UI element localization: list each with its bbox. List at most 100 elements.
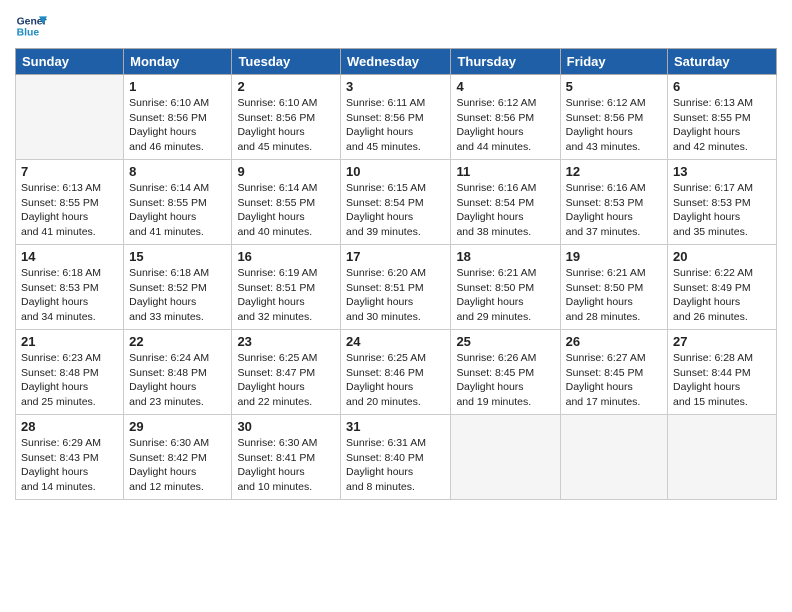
day-info: Sunrise: 6:25 AM Sunset: 8:47 PM Dayligh… <box>237 351 335 410</box>
day-info: Sunrise: 6:18 AM Sunset: 8:53 PM Dayligh… <box>21 266 118 325</box>
day-info: Sunrise: 6:12 AM Sunset: 8:56 PM Dayligh… <box>566 96 662 155</box>
day-info: Sunrise: 6:10 AM Sunset: 8:56 PM Dayligh… <box>237 96 335 155</box>
day-number: 7 <box>21 164 118 179</box>
day-info: Sunrise: 6:10 AM Sunset: 8:56 PM Dayligh… <box>129 96 226 155</box>
day-number: 4 <box>456 79 554 94</box>
day-cell: 25 Sunrise: 6:26 AM Sunset: 8:45 PM Dayl… <box>451 330 560 415</box>
day-number: 2 <box>237 79 335 94</box>
day-cell: 29 Sunrise: 6:30 AM Sunset: 8:42 PM Dayl… <box>124 415 232 500</box>
day-info: Sunrise: 6:23 AM Sunset: 8:48 PM Dayligh… <box>21 351 118 410</box>
weekday-thursday: Thursday <box>451 49 560 75</box>
day-cell: 20 Sunrise: 6:22 AM Sunset: 8:49 PM Dayl… <box>668 245 777 330</box>
day-cell: 12 Sunrise: 6:16 AM Sunset: 8:53 PM Dayl… <box>560 160 667 245</box>
weekday-tuesday: Tuesday <box>232 49 341 75</box>
day-number: 3 <box>346 79 445 94</box>
day-info: Sunrise: 6:15 AM Sunset: 8:54 PM Dayligh… <box>346 181 445 240</box>
day-number: 28 <box>21 419 118 434</box>
day-info: Sunrise: 6:16 AM Sunset: 8:53 PM Dayligh… <box>566 181 662 240</box>
day-number: 1 <box>129 79 226 94</box>
weekday-saturday: Saturday <box>668 49 777 75</box>
day-info: Sunrise: 6:22 AM Sunset: 8:49 PM Dayligh… <box>673 266 771 325</box>
day-info: Sunrise: 6:29 AM Sunset: 8:43 PM Dayligh… <box>21 436 118 495</box>
day-info: Sunrise: 6:26 AM Sunset: 8:45 PM Dayligh… <box>456 351 554 410</box>
day-number: 23 <box>237 334 335 349</box>
day-cell: 21 Sunrise: 6:23 AM Sunset: 8:48 PM Dayl… <box>16 330 124 415</box>
day-cell: 9 Sunrise: 6:14 AM Sunset: 8:55 PM Dayli… <box>232 160 341 245</box>
day-number: 13 <box>673 164 771 179</box>
calendar-container: General Blue SundayMondayTuesdayWednesda… <box>0 0 792 515</box>
day-info: Sunrise: 6:28 AM Sunset: 8:44 PM Dayligh… <box>673 351 771 410</box>
day-number: 10 <box>346 164 445 179</box>
day-number: 31 <box>346 419 445 434</box>
day-info: Sunrise: 6:13 AM Sunset: 8:55 PM Dayligh… <box>21 181 118 240</box>
day-cell: 28 Sunrise: 6:29 AM Sunset: 8:43 PM Dayl… <box>16 415 124 500</box>
day-cell <box>668 415 777 500</box>
day-info: Sunrise: 6:21 AM Sunset: 8:50 PM Dayligh… <box>566 266 662 325</box>
day-cell: 23 Sunrise: 6:25 AM Sunset: 8:47 PM Dayl… <box>232 330 341 415</box>
day-cell: 11 Sunrise: 6:16 AM Sunset: 8:54 PM Dayl… <box>451 160 560 245</box>
day-number: 5 <box>566 79 662 94</box>
day-number: 22 <box>129 334 226 349</box>
day-cell: 5 Sunrise: 6:12 AM Sunset: 8:56 PM Dayli… <box>560 75 667 160</box>
day-cell: 27 Sunrise: 6:28 AM Sunset: 8:44 PM Dayl… <box>668 330 777 415</box>
day-number: 27 <box>673 334 771 349</box>
day-info: Sunrise: 6:21 AM Sunset: 8:50 PM Dayligh… <box>456 266 554 325</box>
weekday-sunday: Sunday <box>16 49 124 75</box>
day-info: Sunrise: 6:11 AM Sunset: 8:56 PM Dayligh… <box>346 96 445 155</box>
day-cell: 19 Sunrise: 6:21 AM Sunset: 8:50 PM Dayl… <box>560 245 667 330</box>
week-row-2: 7 Sunrise: 6:13 AM Sunset: 8:55 PM Dayli… <box>16 160 777 245</box>
day-number: 16 <box>237 249 335 264</box>
day-number: 15 <box>129 249 226 264</box>
day-cell: 10 Sunrise: 6:15 AM Sunset: 8:54 PM Dayl… <box>341 160 451 245</box>
day-cell: 13 Sunrise: 6:17 AM Sunset: 8:53 PM Dayl… <box>668 160 777 245</box>
day-info: Sunrise: 6:30 AM Sunset: 8:41 PM Dayligh… <box>237 436 335 495</box>
day-cell: 26 Sunrise: 6:27 AM Sunset: 8:45 PM Dayl… <box>560 330 667 415</box>
day-number: 9 <box>237 164 335 179</box>
weekday-wednesday: Wednesday <box>341 49 451 75</box>
day-cell: 7 Sunrise: 6:13 AM Sunset: 8:55 PM Dayli… <box>16 160 124 245</box>
day-info: Sunrise: 6:27 AM Sunset: 8:45 PM Dayligh… <box>566 351 662 410</box>
day-number: 30 <box>237 419 335 434</box>
day-cell <box>560 415 667 500</box>
day-cell: 14 Sunrise: 6:18 AM Sunset: 8:53 PM Dayl… <box>16 245 124 330</box>
day-cell: 24 Sunrise: 6:25 AM Sunset: 8:46 PM Dayl… <box>341 330 451 415</box>
day-info: Sunrise: 6:12 AM Sunset: 8:56 PM Dayligh… <box>456 96 554 155</box>
day-number: 11 <box>456 164 554 179</box>
day-cell <box>451 415 560 500</box>
day-info: Sunrise: 6:17 AM Sunset: 8:53 PM Dayligh… <box>673 181 771 240</box>
day-info: Sunrise: 6:24 AM Sunset: 8:48 PM Dayligh… <box>129 351 226 410</box>
day-cell: 1 Sunrise: 6:10 AM Sunset: 8:56 PM Dayli… <box>124 75 232 160</box>
week-row-1: 1 Sunrise: 6:10 AM Sunset: 8:56 PM Dayli… <box>16 75 777 160</box>
header: General Blue <box>15 10 777 42</box>
day-number: 17 <box>346 249 445 264</box>
day-number: 25 <box>456 334 554 349</box>
day-number: 19 <box>566 249 662 264</box>
day-cell: 18 Sunrise: 6:21 AM Sunset: 8:50 PM Dayl… <box>451 245 560 330</box>
day-number: 8 <box>129 164 226 179</box>
day-info: Sunrise: 6:25 AM Sunset: 8:46 PM Dayligh… <box>346 351 445 410</box>
day-number: 26 <box>566 334 662 349</box>
logo: General Blue <box>15 10 47 42</box>
day-cell: 31 Sunrise: 6:31 AM Sunset: 8:40 PM Dayl… <box>341 415 451 500</box>
week-row-5: 28 Sunrise: 6:29 AM Sunset: 8:43 PM Dayl… <box>16 415 777 500</box>
week-row-4: 21 Sunrise: 6:23 AM Sunset: 8:48 PM Dayl… <box>16 330 777 415</box>
calendar-table: SundayMondayTuesdayWednesdayThursdayFrid… <box>15 48 777 500</box>
day-info: Sunrise: 6:14 AM Sunset: 8:55 PM Dayligh… <box>237 181 335 240</box>
day-number: 24 <box>346 334 445 349</box>
day-cell: 6 Sunrise: 6:13 AM Sunset: 8:55 PM Dayli… <box>668 75 777 160</box>
weekday-friday: Friday <box>560 49 667 75</box>
day-cell: 30 Sunrise: 6:30 AM Sunset: 8:41 PM Dayl… <box>232 415 341 500</box>
day-cell: 16 Sunrise: 6:19 AM Sunset: 8:51 PM Dayl… <box>232 245 341 330</box>
day-info: Sunrise: 6:20 AM Sunset: 8:51 PM Dayligh… <box>346 266 445 325</box>
day-info: Sunrise: 6:31 AM Sunset: 8:40 PM Dayligh… <box>346 436 445 495</box>
day-number: 6 <box>673 79 771 94</box>
day-number: 18 <box>456 249 554 264</box>
day-cell: 8 Sunrise: 6:14 AM Sunset: 8:55 PM Dayli… <box>124 160 232 245</box>
day-cell: 3 Sunrise: 6:11 AM Sunset: 8:56 PM Dayli… <box>341 75 451 160</box>
day-info: Sunrise: 6:16 AM Sunset: 8:54 PM Dayligh… <box>456 181 554 240</box>
day-info: Sunrise: 6:13 AM Sunset: 8:55 PM Dayligh… <box>673 96 771 155</box>
week-row-3: 14 Sunrise: 6:18 AM Sunset: 8:53 PM Dayl… <box>16 245 777 330</box>
day-cell: 22 Sunrise: 6:24 AM Sunset: 8:48 PM Dayl… <box>124 330 232 415</box>
day-cell: 2 Sunrise: 6:10 AM Sunset: 8:56 PM Dayli… <box>232 75 341 160</box>
day-info: Sunrise: 6:19 AM Sunset: 8:51 PM Dayligh… <box>237 266 335 325</box>
